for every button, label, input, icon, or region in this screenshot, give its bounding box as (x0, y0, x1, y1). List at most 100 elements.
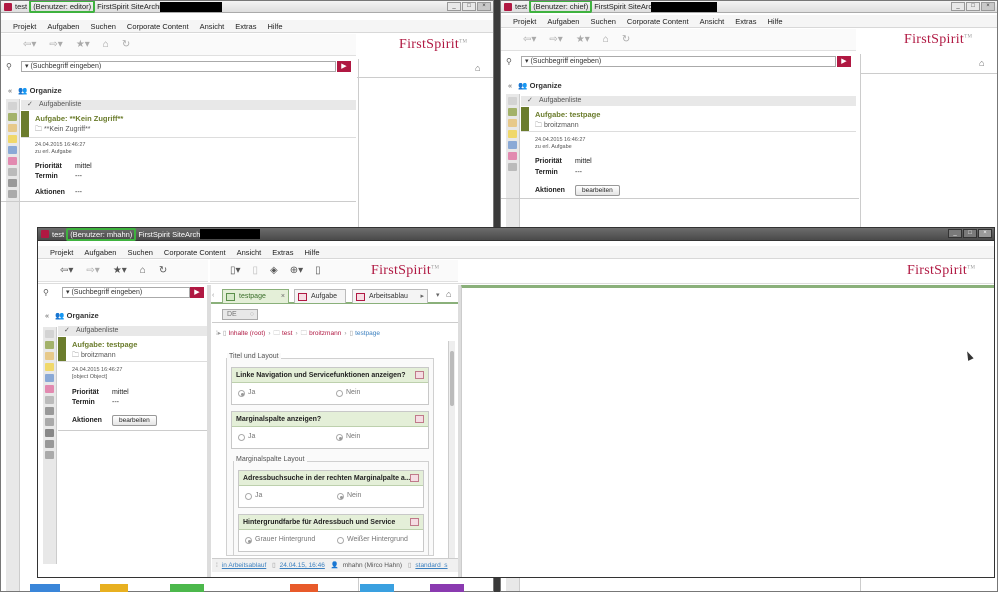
back-arrow-icon[interactable]: ⇦▾ (23, 39, 36, 50)
close-button[interactable]: × (978, 229, 992, 238)
search-input[interactable]: ▾ (Suchbegriff eingeben) (62, 287, 190, 298)
menu-suchen[interactable]: Suchen (90, 22, 115, 31)
search-input[interactable]: ▾ (Suchbegriff eingeben) (521, 56, 836, 67)
radio-nein[interactable] (337, 493, 344, 500)
menu-suchen[interactable]: Suchen (127, 248, 152, 257)
menu-projekt[interactable]: Projekt (13, 22, 36, 31)
maximize-button[interactable]: □ (963, 229, 977, 238)
radio-ja[interactable] (245, 493, 252, 500)
menu-corporate-content[interactable]: Corporate Content (164, 248, 226, 257)
radio-white[interactable] (337, 537, 344, 544)
pin-icon[interactable]: ⌂ (446, 289, 451, 299)
menu-ansicht[interactable]: Ansicht (237, 248, 262, 257)
menu-hilfe[interactable]: Hilfe (267, 22, 282, 31)
reset-icon[interactable] (415, 415, 424, 423)
menu-ansicht[interactable]: Ansicht (200, 22, 225, 31)
breadcrumb-test[interactable]: test (282, 330, 292, 337)
menu-corporate-content[interactable]: Corporate Content (127, 22, 189, 31)
menu-aufgaben[interactable]: Aufgaben (47, 22, 79, 31)
template-link[interactable]: standard_s (415, 562, 447, 569)
home-icon[interactable]: ⌂ (140, 265, 146, 276)
menu-aufgaben[interactable]: Aufgaben (84, 248, 116, 257)
radio-ja[interactable] (238, 390, 245, 397)
timestamp-link[interactable]: 24.04.15, 16:46 (280, 562, 325, 569)
close-button[interactable]: × (981, 2, 995, 11)
radio-nein[interactable] (336, 390, 343, 397)
task-item[interactable]: Aufgabe: **Kein Zugriff** 🗀 **Kein Zugri… (21, 111, 356, 138)
tab-scroll-left[interactable]: ‹ (212, 292, 214, 299)
minimize-button[interactable]: _ (951, 2, 965, 11)
tab-testpage[interactable]: testpage × (222, 289, 289, 303)
reset-icon[interactable] (410, 518, 419, 526)
maximize-button[interactable]: □ (462, 2, 476, 11)
collapse-icon[interactable]: « (45, 311, 49, 320)
collapse-icon[interactable]: « (8, 86, 12, 95)
tab-arbeitsablauf[interactable]: Arbeitsablau ▸ (352, 289, 428, 303)
tab-aufgabe[interactable]: Aufgabe (294, 289, 346, 303)
task-list-header[interactable]: ✓ Aufgabenliste (21, 100, 356, 110)
menu-ansicht[interactable]: Ansicht (700, 17, 725, 26)
radio-nein[interactable] (336, 434, 343, 441)
menu-hilfe[interactable]: Hilfe (767, 17, 782, 26)
preview-icon[interactable]: ◈ (270, 265, 278, 276)
reset-icon[interactable] (415, 371, 424, 379)
form-scrollbar[interactable] (448, 341, 455, 558)
maximize-button[interactable]: □ (966, 2, 980, 11)
add-icon[interactable]: ⊕▾ (290, 265, 303, 276)
edit-button[interactable]: bearbeiten (575, 185, 620, 196)
menu-extras[interactable]: Extras (735, 17, 756, 26)
close-icon[interactable]: × (281, 290, 285, 303)
edit-button[interactable]: bearbeiten (112, 415, 157, 426)
menu-corporate-content[interactable]: Corporate Content (627, 17, 689, 26)
menu-projekt[interactable]: Projekt (513, 17, 536, 26)
title-bar[interactable]: test (Benutzer: mhahn) FirstSpirit SiteAr… (38, 228, 994, 241)
refresh-icon[interactable]: ↻ (122, 39, 130, 50)
reset-icon[interactable] (410, 474, 419, 482)
collapse-icon[interactable]: « (508, 81, 512, 90)
pin-icon[interactable]: ⌂ (979, 58, 984, 68)
back-arrow-icon[interactable]: ⇦▾ (523, 34, 536, 45)
back-arrow-icon[interactable]: ⇦▾ (60, 265, 73, 276)
refresh-icon[interactable]: ↻ (622, 34, 630, 45)
splitter[interactable] (207, 285, 211, 577)
forward-arrow-icon[interactable]: ⇨▾ (49, 39, 62, 50)
breadcrumb-testpage[interactable]: testpage (355, 330, 380, 337)
task-list-header[interactable]: ✓ Aufgabenliste (521, 96, 856, 106)
search-input[interactable]: ▾ (Suchbegriff eingeben) (21, 61, 336, 72)
task-item[interactable]: Aufgabe: testpage 🗀 broitzmann (521, 107, 856, 132)
menu-extras[interactable]: Extras (272, 248, 293, 257)
workflow-link[interactable]: in Arbeitsablauf (222, 562, 266, 569)
go-arrow-icon[interactable]: ▶ (337, 61, 351, 72)
minimize-button[interactable]: _ (447, 2, 461, 11)
radio-ja[interactable] (238, 434, 245, 441)
copy-icon[interactable]: ▯ (253, 265, 259, 276)
release-icon[interactable]: ▯ (315, 265, 321, 276)
forward-arrow-icon[interactable]: ⇨▾ (549, 34, 562, 45)
tab-list-button[interactable]: ▾ (436, 291, 440, 299)
menu-suchen[interactable]: Suchen (590, 17, 615, 26)
radio-grey[interactable] (245, 537, 252, 544)
pin-icon[interactable]: ⌂ (475, 63, 480, 73)
breadcrumb-root[interactable]: Inhalte (root) (228, 330, 265, 337)
task-item[interactable]: Aufgabe: testpage 🗀 broitzmann (58, 337, 208, 362)
menu-extras[interactable]: Extras (235, 22, 256, 31)
language-tab[interactable]: DE ○ (222, 309, 258, 320)
star-icon[interactable]: ★▾ (113, 265, 127, 276)
close-button[interactable]: × (477, 2, 491, 11)
breadcrumb-broitzmann[interactable]: broitzmann (309, 330, 341, 337)
star-icon[interactable]: ★▾ (76, 39, 90, 50)
forward-arrow-icon[interactable]: ⇨▾ (86, 265, 99, 276)
title-bar[interactable]: test (Benutzer: editor) FirstSpirit SiteA… (1, 1, 493, 13)
task-list-header[interactable]: ✓ Aufgabenliste (58, 326, 208, 336)
home-icon[interactable]: ⌂ (603, 34, 609, 45)
menu-hilfe[interactable]: Hilfe (304, 248, 319, 257)
menu-projekt[interactable]: Projekt (50, 248, 73, 257)
star-icon[interactable]: ★▾ (576, 34, 590, 45)
new-page-icon[interactable]: ▯▾ (230, 265, 241, 276)
menu-aufgaben[interactable]: Aufgaben (547, 17, 579, 26)
refresh-icon[interactable]: ↻ (159, 265, 167, 276)
minimize-button[interactable]: _ (948, 229, 962, 238)
title-bar[interactable]: test (Benutzer: chief) FirstSpirit SiteAr… (501, 1, 997, 13)
go-arrow-icon[interactable]: ▶ (837, 56, 851, 67)
go-arrow-icon[interactable]: ▶ (190, 287, 204, 298)
